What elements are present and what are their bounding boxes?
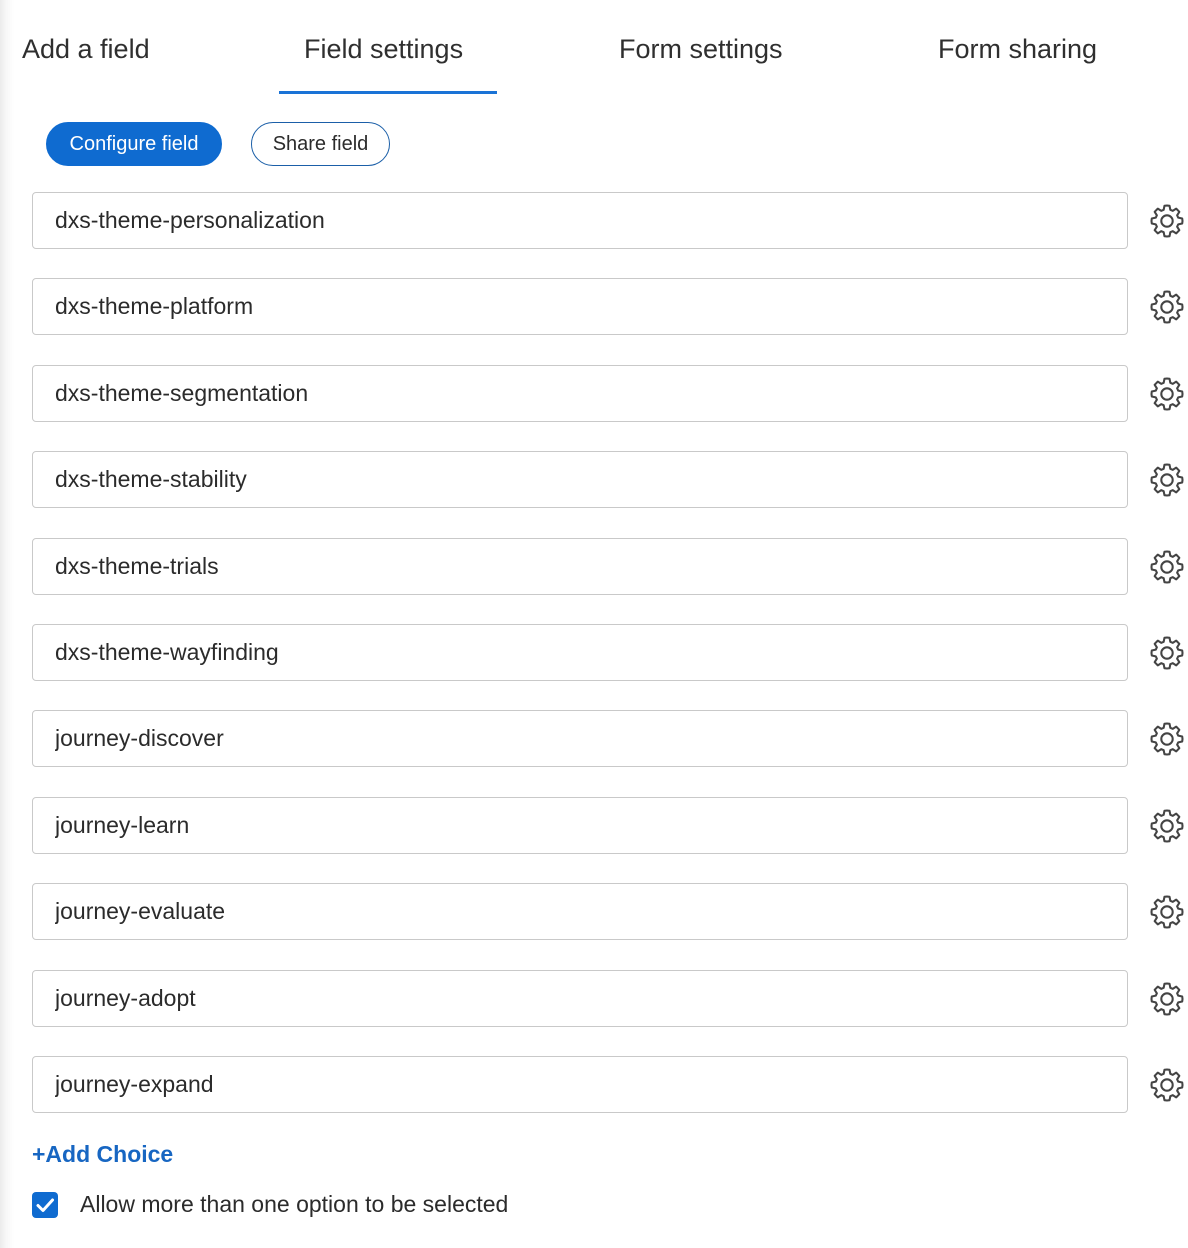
gear-icon[interactable]	[1148, 893, 1186, 931]
choice-input[interactable]	[32, 451, 1128, 509]
active-tab-indicator	[279, 91, 497, 94]
choice-input[interactable]	[32, 710, 1128, 768]
share-field-button[interactable]: Share field	[251, 122, 390, 166]
choice-row	[32, 710, 1188, 768]
gear-icon[interactable]	[1148, 375, 1186, 413]
choice-input[interactable]	[32, 192, 1128, 249]
choice-input[interactable]	[32, 278, 1128, 336]
multi-select-checkbox[interactable]	[32, 1192, 58, 1218]
choice-input[interactable]	[32, 796, 1128, 854]
choice-input[interactable]	[32, 364, 1128, 422]
choice-input[interactable]	[32, 1055, 1128, 1113]
gear-icon[interactable]	[1148, 461, 1186, 499]
gear-icon[interactable]	[1148, 634, 1186, 672]
choice-row	[32, 364, 1188, 422]
gear-icon[interactable]	[1148, 807, 1186, 845]
choice-input[interactable]	[32, 969, 1128, 1027]
gear-icon[interactable]	[1148, 548, 1186, 586]
choice-row	[32, 192, 1188, 249]
gear-icon[interactable]	[1148, 202, 1186, 240]
choice-row	[32, 1055, 1188, 1113]
field-settings-panel: Add a field Field settings Form settings…	[0, 0, 1188, 1248]
choice-input[interactable]	[32, 623, 1128, 681]
add-choice-link[interactable]: +Add Choice	[32, 1141, 173, 1168]
choice-row	[32, 969, 1188, 1027]
choice-input[interactable]	[32, 883, 1128, 941]
choice-input[interactable]	[32, 537, 1128, 595]
choice-row	[32, 796, 1188, 854]
choice-row	[32, 883, 1188, 941]
tab-form-sharing[interactable]: Form sharing	[938, 32, 1097, 66]
tab-bar: Add a field Field settings Form settings…	[0, 0, 1188, 96]
choice-row	[32, 278, 1188, 336]
multi-select-label: Allow more than one option to be selecte…	[80, 1191, 509, 1217]
gear-icon[interactable]	[1148, 288, 1186, 326]
gear-icon[interactable]	[1148, 1066, 1186, 1104]
tab-add-a-field[interactable]: Add a field	[22, 32, 150, 66]
choice-row	[32, 451, 1188, 509]
choice-list	[32, 192, 1188, 1142]
tab-field-settings[interactable]: Field settings	[304, 32, 463, 66]
gear-icon[interactable]	[1148, 980, 1186, 1018]
checkmark-icon	[36, 1198, 54, 1212]
choice-row	[32, 623, 1188, 681]
tab-form-settings[interactable]: Form settings	[619, 32, 783, 66]
choice-row	[32, 537, 1188, 595]
gear-icon[interactable]	[1148, 720, 1186, 758]
configure-field-button[interactable]: Configure field	[46, 122, 222, 166]
